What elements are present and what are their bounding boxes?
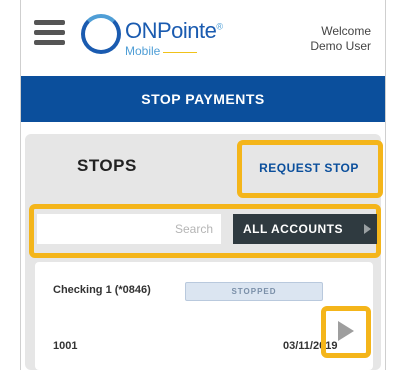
brand-name: ONPointe® — [125, 18, 223, 43]
welcome-line: Welcome — [321, 24, 371, 38]
caret-right-icon — [364, 224, 371, 234]
check-number: 1001 — [53, 340, 78, 352]
app-header: ONPointe® Mobile Welcome Demo User — [21, 0, 385, 76]
all-accounts-button[interactable]: ALL ACCOUNTS — [233, 214, 377, 244]
menu-icon[interactable] — [34, 20, 65, 46]
user-name: Demo User — [310, 39, 371, 53]
logo-ring-icon — [81, 14, 121, 54]
brand-sub: Mobile — [125, 44, 161, 58]
search-input[interactable] — [37, 214, 221, 244]
all-accounts-label: ALL ACCOUNTS — [243, 222, 343, 236]
logo-underline — [163, 52, 197, 53]
stops-panel: STOPS REQUEST STOP ALL ACCOUNTS Checking… — [25, 134, 383, 370]
app-frame: ONPointe® Mobile Welcome Demo User STOP … — [20, 0, 386, 370]
play-arrow-icon[interactable] — [331, 316, 361, 346]
status-badge: STOPPED — [185, 282, 323, 301]
stop-item-card[interactable]: Checking 1 (*0846) STOPPED 1001 03/11/20… — [35, 262, 373, 370]
account-name: Checking 1 (*0846) — [53, 284, 151, 296]
stops-heading: STOPS — [77, 156, 137, 175]
page-title: STOP PAYMENTS — [21, 76, 385, 122]
welcome-text: Welcome Demo User — [310, 24, 371, 54]
brand-logo[interactable]: ONPointe® Mobile — [81, 10, 241, 70]
request-stop-button[interactable]: REQUEST STOP — [241, 146, 377, 190]
